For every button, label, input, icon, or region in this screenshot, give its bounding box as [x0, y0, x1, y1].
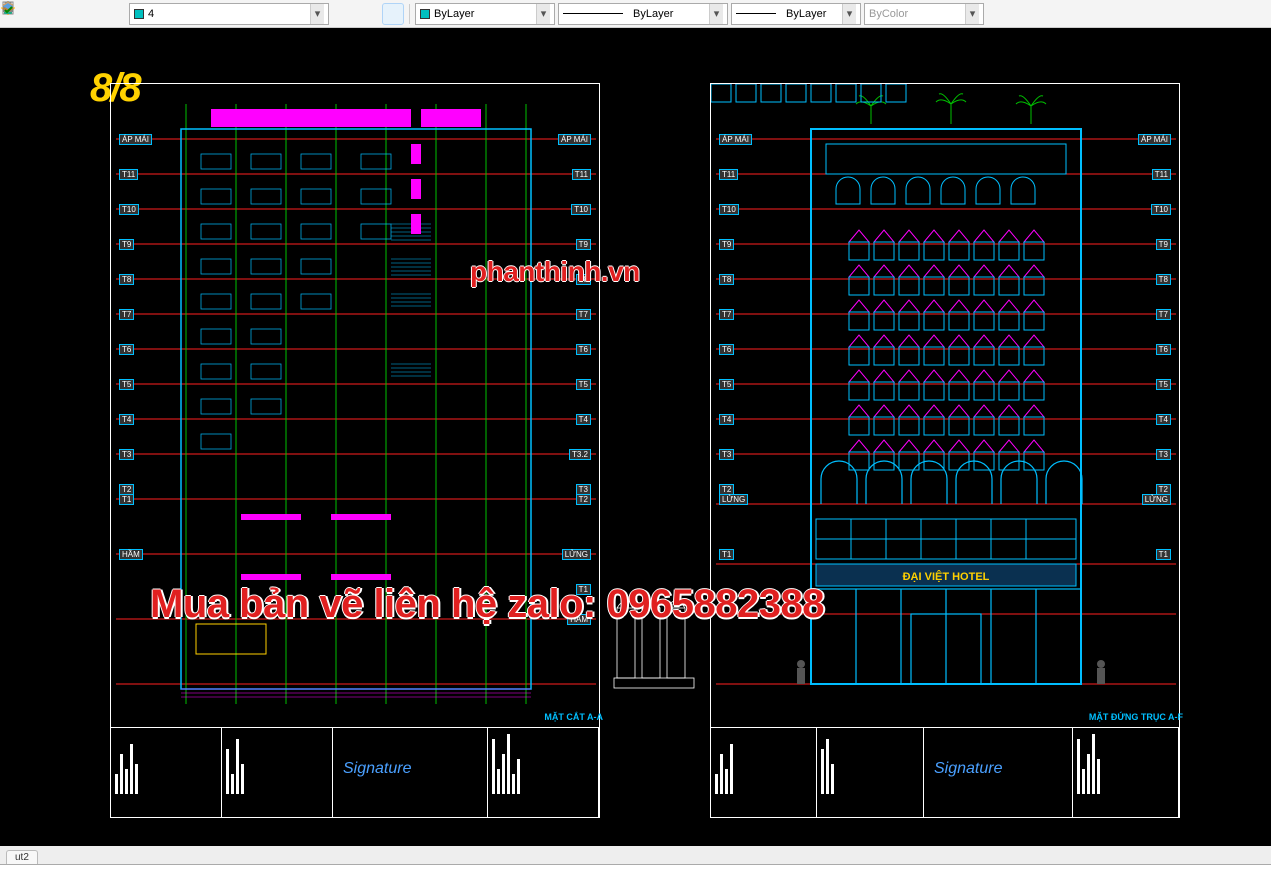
level-label: T9: [576, 239, 591, 250]
chevron-down-icon: ▾: [709, 4, 723, 24]
level-label: T10: [719, 204, 739, 215]
linetype-value: ByLayer: [633, 8, 673, 20]
level-label: T4: [1156, 414, 1171, 425]
level-label: LỬNG: [719, 494, 748, 505]
chevron-down-icon: ▾: [536, 4, 550, 24]
level-label: LỬNG: [562, 549, 591, 560]
lineweight-dropdown[interactable]: ByLayer ▾: [731, 3, 861, 25]
level-label: T8: [719, 274, 734, 285]
bottom-bar: ut2: [0, 846, 1271, 882]
level-label: T8: [1156, 274, 1171, 285]
layout-tab[interactable]: ut2: [6, 850, 38, 864]
level-label: T10: [1151, 204, 1171, 215]
level-label: T5: [719, 379, 734, 390]
level-label: T11: [719, 169, 738, 180]
level-label: T7: [1156, 309, 1171, 320]
lineweight-value: ByLayer: [786, 8, 826, 20]
level-label: ÁP MÁI: [119, 134, 152, 145]
drawing-frame-section: ÁP MÁI T11 T10 T9 T8 T7 T6 T5 T4 T3 T2 T1 HẦM ÁP MÁI…: [110, 83, 600, 818]
watermark-url: phanthinh.vn: [470, 256, 640, 288]
level-label: T3: [1156, 449, 1171, 460]
layers-stack2-icon[interactable]: [357, 3, 379, 25]
level-label: LỬNG: [1142, 494, 1171, 505]
chevron-down-icon: ▾: [842, 4, 856, 24]
print-icon[interactable]: [104, 3, 126, 25]
layer-dropdown[interactable]: 4 ▾: [129, 3, 329, 25]
level-label: HẦM: [119, 549, 143, 560]
model-space-canvas[interactable]: 8/8: [0, 28, 1271, 846]
level-label: T7: [119, 309, 134, 320]
layers-stack-icon[interactable]: [332, 3, 354, 25]
level-label: T10: [571, 204, 591, 215]
level-label: ÁP MÁI: [558, 134, 591, 145]
level-label: T1: [1156, 549, 1171, 560]
drawing2-title: MẶT ĐỨNG TRỤC A-F: [1089, 712, 1183, 722]
properties-toolbar: 4 ▾ ByLayer ▾ ByLayer ▾ ByLayer ▾ ByColo…: [0, 0, 1271, 28]
level-label: ÁP MÁI: [1138, 134, 1171, 145]
layer-name: 4: [148, 8, 154, 20]
sun-icon[interactable]: [54, 3, 76, 25]
level-label: T3.2: [569, 449, 591, 460]
level-label: T3: [119, 449, 134, 460]
bulb-icon[interactable]: [29, 3, 51, 25]
color-value: ByLayer: [434, 8, 474, 20]
command-line[interactable]: [0, 864, 1271, 882]
level-label: T7: [576, 309, 591, 320]
level-label: T6: [719, 344, 734, 355]
title-block-2: Signature: [711, 727, 1179, 817]
level-label: T8: [119, 274, 134, 285]
level-label: T3: [719, 449, 734, 460]
level-label: T6: [119, 344, 134, 355]
color-dropdown[interactable]: ByLayer ▾: [415, 3, 555, 25]
svg-text:Signature: Signature: [934, 760, 1003, 777]
level-label: T2: [576, 494, 591, 505]
level-label: T1: [719, 549, 734, 560]
title-block-1: Signature: [111, 727, 599, 817]
level-label: T4: [719, 414, 734, 425]
level-label: T6: [576, 344, 591, 355]
level-label: T5: [1156, 379, 1171, 390]
level-label: T11: [1152, 169, 1171, 180]
level-label: T11: [572, 169, 591, 180]
level-label: T1: [119, 494, 134, 505]
linetype-dropdown[interactable]: ByLayer ▾: [558, 3, 728, 25]
plotstyle-value: ByColor: [869, 8, 908, 20]
drawing-frame-elevation: ĐẠI VIỆT HOTEL ÁP MÁI T11 T10 T9 T8 T7 T6 T5 T4 T…: [710, 83, 1180, 818]
level-label: ÁP MÁI: [719, 134, 752, 145]
layers-check-icon[interactable]: [382, 3, 404, 25]
svg-text:Signature: Signature: [343, 760, 412, 777]
level-label: T5: [576, 379, 591, 390]
level-label: T9: [119, 239, 134, 250]
chevron-down-icon: ▾: [310, 4, 324, 24]
level-label: T4: [576, 414, 591, 425]
level-label: T5: [119, 379, 134, 390]
hotel-sign: ĐẠI VIỆT HOTEL: [903, 570, 990, 583]
level-label: T9: [719, 239, 734, 250]
level-label: T7: [719, 309, 734, 320]
lock-icon[interactable]: [79, 3, 101, 25]
level-label: T6: [1156, 344, 1171, 355]
level-label: T11: [119, 169, 138, 180]
level-label: T4: [119, 414, 134, 425]
level-label: T9: [1156, 239, 1171, 250]
level-label: T10: [119, 204, 139, 215]
drawing1-title: MẶT CẮT A-A: [544, 712, 603, 722]
watermark-contact: Mua bản vẽ liên hệ zalo: 0965882388: [150, 582, 824, 627]
chevron-down-icon: ▾: [965, 4, 979, 24]
plotstyle-dropdown[interactable]: ByColor ▾: [864, 3, 984, 25]
